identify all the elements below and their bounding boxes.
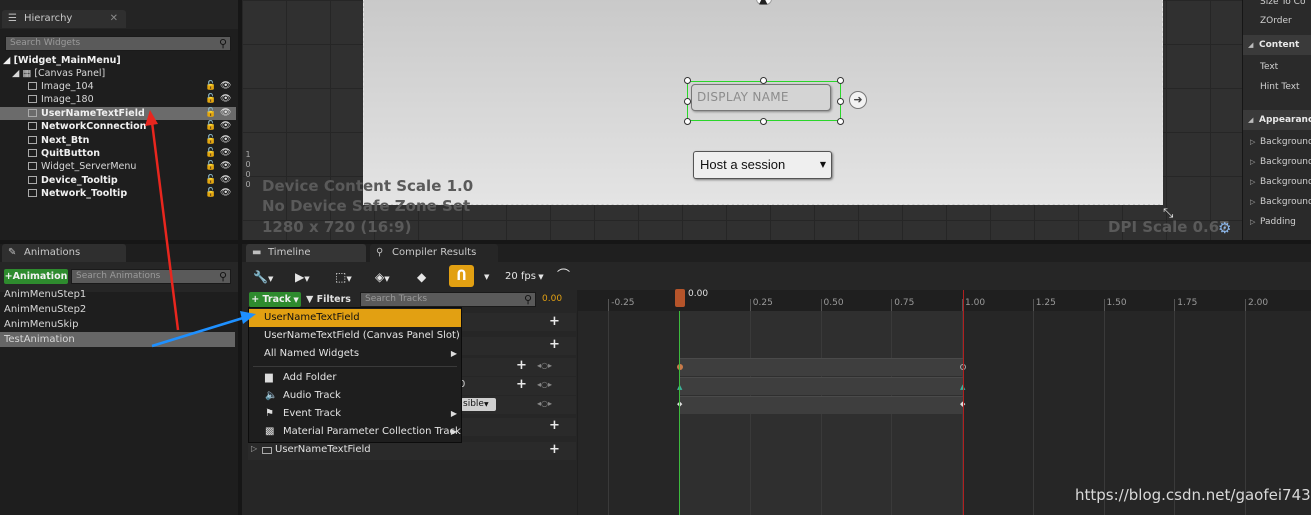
watermark: https://blog.csdn.net/gaofei7439 <box>1075 486 1311 504</box>
annotation-arrows <box>145 110 256 348</box>
blue-arrowhead <box>240 311 256 324</box>
red-arrow <box>150 121 180 331</box>
red-arrowhead <box>145 110 158 126</box>
blue-arrow <box>151 316 244 348</box>
